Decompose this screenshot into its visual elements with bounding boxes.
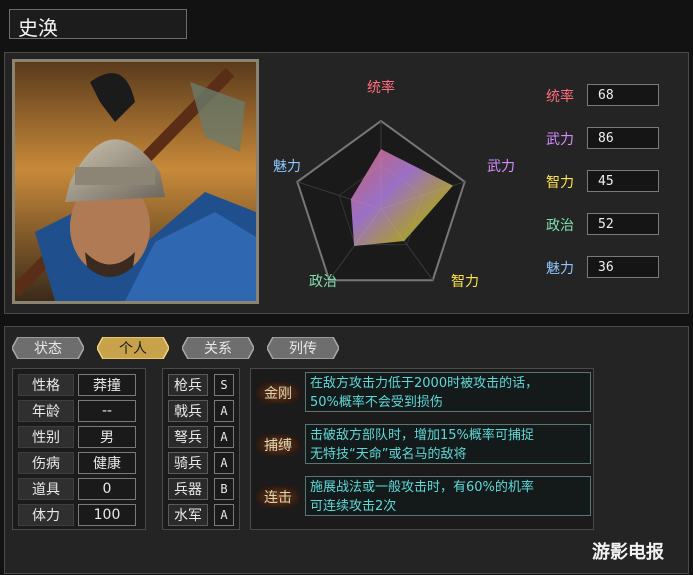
radar-label-command: 统率 [367,79,395,96]
personal-label: 年龄 [18,400,74,422]
personal-label: 性格 [18,374,74,396]
skill-name: 连击 [264,490,292,506]
troop-grade: S [214,374,234,396]
stat-label: 统率 [546,89,574,105]
skill-name: 金刚 [264,386,292,402]
tab-1[interactable]: 个人 [97,337,169,359]
personal-value: 0 [78,478,136,500]
personal-label: 道具 [18,478,74,500]
troop-grade: A [214,452,234,474]
skill-description: 施展战法或一般攻击时，有60%的机率 可连续攻击2次 [305,476,591,516]
skill-description: 击破敌方部队时，增加15%概率可捕捉 无特技“天命”或名马的敌将 [305,424,591,464]
radar-label-charm: 魅力 [273,159,301,175]
personal-value: 莽撞 [78,374,136,396]
stat-value: 45 [587,170,659,192]
personal-label: 性别 [18,426,74,448]
tab-3[interactable]: 列传 [267,337,339,359]
stat-value: 86 [587,127,659,149]
stat-list: 统率 68 武力 86 智力 45 政治 52 魅力 36 [526,59,681,304]
stat-label: 魅力 [546,261,574,277]
character-name: 史涣 [9,9,187,40]
stat-value: 36 [587,256,659,278]
radar-label-politics: 政治 [309,274,337,290]
tab-label: 状态 [34,341,62,357]
stat-label: 武力 [546,132,574,148]
stat-label: 政治 [546,218,574,234]
radar-label-war: 武力 [487,159,515,175]
personal-label: 伤病 [18,452,74,474]
character-portrait [12,59,259,304]
radar-label-intelligence: 智力 [451,274,479,290]
stat-value: 68 [587,84,659,106]
troop-label: 戟兵 [168,400,208,422]
stat-label: 智力 [546,175,574,191]
personal-value: 男 [78,426,136,448]
attribute-radar: 统率武力智力 政治 魅力 [265,59,523,304]
tab-0[interactable]: 状态 [12,337,84,359]
tab-label: 列传 [289,341,317,357]
skill-name: 捕缚 [264,438,292,454]
troop-label: 弩兵 [168,426,208,448]
stat-value: 52 [587,213,659,235]
skill-desc-line2: 可连续攻击2次 [310,499,397,514]
tab-2[interactable]: 关系 [182,337,254,359]
skill-desc-line1: 在敌方攻击力低于2000时被攻击的话， [310,376,539,391]
personal-value: 100 [78,504,136,526]
skill-desc-line2: 50%概率不会受到损伤 [310,395,443,410]
skill-desc-line2: 无特技“天命”或名马的敌将 [310,447,467,462]
troop-grade: A [214,504,234,526]
troop-label: 水军 [168,504,208,526]
troop-grade: A [214,426,234,448]
tab-label: 关系 [204,341,232,357]
personal-value: 健康 [78,452,136,474]
troop-grade: A [214,400,234,422]
skill-desc-line1: 击破敌方部队时，增加15%概率可捕捉 [310,428,534,443]
troop-label: 骑兵 [168,452,208,474]
watermark-text: 游影电报 [592,542,664,563]
personal-label: 体力 [18,504,74,526]
tab-label: 个人 [119,341,147,357]
troop-label: 兵器 [168,478,208,500]
personal-value: -- [78,400,136,422]
troop-label: 枪兵 [168,374,208,396]
troop-grade: B [214,478,234,500]
skill-description: 在敌方攻击力低于2000时被攻击的话， 50%概率不会受到损伤 [305,372,591,412]
skill-desc-line1: 施展战法或一般攻击时，有60%的机率 [310,480,534,495]
